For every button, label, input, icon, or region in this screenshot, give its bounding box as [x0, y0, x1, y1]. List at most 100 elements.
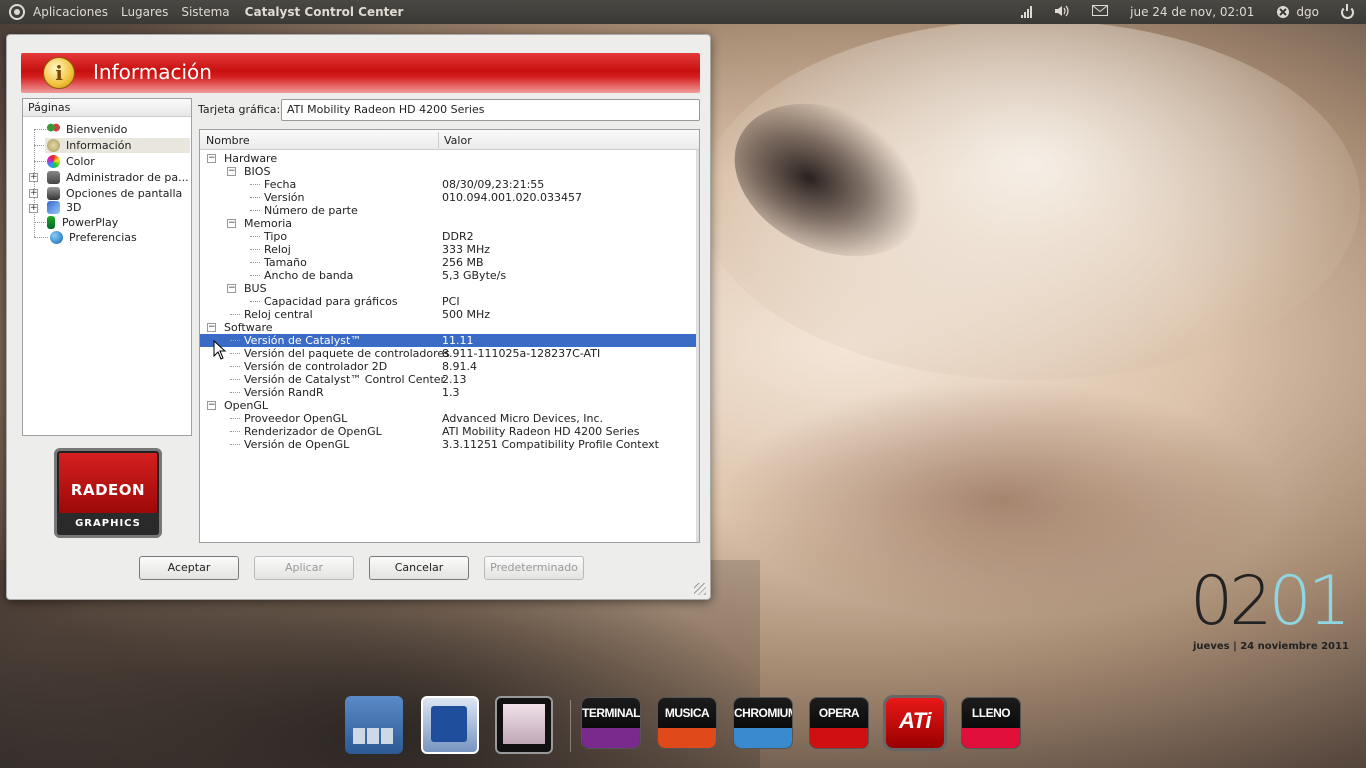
dock-workspace-switcher[interactable]	[345, 696, 403, 754]
row-value: 010.094.001.020.033457	[442, 191, 582, 204]
logo-line2: GRAPHICS	[57, 513, 159, 535]
resize-grip[interactable]	[694, 583, 706, 595]
power-icon[interactable]	[1341, 3, 1354, 19]
pages-header: Páginas	[23, 99, 191, 117]
panel-clock[interactable]: jue 24 de nov, 02:01	[1130, 5, 1254, 19]
dock-label: CHROMIUM	[734, 706, 792, 720]
menu-applications[interactable]: Aplicaciones	[33, 5, 108, 19]
page-label: 3D	[66, 201, 82, 214]
table-row[interactable]: Versión del paquete de controladores 8.91…	[200, 347, 699, 360]
row-value: DDR2	[442, 230, 474, 243]
table-row[interactable]: Tamaño 256 MB	[200, 256, 699, 269]
expand-3d[interactable]: +	[29, 204, 38, 213]
page-item-3d[interactable]: 3D	[47, 200, 81, 215]
table-row[interactable]: Versión 010.094.001.020.033457	[200, 191, 699, 204]
page-item-preferencias[interactable]: Preferencias	[50, 230, 137, 245]
dock-terminal[interactable]: TERMINAL	[582, 698, 640, 748]
collapse-toggle[interactable]: −	[207, 401, 216, 410]
defaults-button[interactable]: Predeterminado	[484, 556, 584, 580]
row-name: Proveedor OpenGL	[244, 412, 348, 425]
table-row[interactable]: − OpenGL	[200, 399, 699, 412]
network-signal-icon[interactable]	[1021, 6, 1033, 18]
active-app-name[interactable]: Catalyst Control Center	[245, 5, 404, 19]
apply-button[interactable]: Aplicar	[254, 556, 354, 580]
cancel-button[interactable]: Cancelar	[369, 556, 469, 580]
table-row[interactable]: Reloj central 500 MHz	[200, 308, 699, 321]
dock-ati[interactable]: ATi	[886, 698, 944, 748]
volume-icon[interactable]	[1054, 5, 1070, 20]
collapse-toggle[interactable]: −	[227, 284, 236, 293]
table-row[interactable]: Número de parte	[200, 204, 699, 217]
dock-chromium[interactable]: CHROMIUM	[734, 698, 792, 748]
page-item-powerplay[interactable]: PowerPlay	[47, 215, 118, 230]
radeon-graphics-logo: RADEON GRAPHICS	[54, 448, 162, 538]
expand-administrador[interactable]: +	[29, 173, 38, 182]
page-label: Color	[66, 155, 95, 168]
ubuntu-logo-icon[interactable]	[9, 4, 25, 20]
table-row[interactable]: Versión de Catalyst™ 11.11	[200, 334, 699, 347]
table-row[interactable]: Versión de OpenGL 3.3.11251 Compatibility…	[200, 438, 699, 451]
user-menu[interactable]: dgo	[1276, 5, 1319, 19]
table-row[interactable]: − BIOS	[200, 165, 699, 178]
table-row[interactable]: Ancho de banda 5,3 GByte/s	[200, 269, 699, 282]
page-title: Información	[93, 60, 212, 84]
user-name: dgo	[1296, 5, 1319, 19]
table-row[interactable]: Fecha 08/30/09,23:21:55	[200, 178, 699, 191]
row-value: 500 MHz	[442, 308, 491, 321]
chromium-icon	[734, 728, 792, 748]
page-item-bienvenido[interactable]: Bienvenido	[47, 122, 127, 137]
page-item-color[interactable]: Color	[47, 154, 95, 169]
graphics-card-field[interactable]: ATI Mobility Radeon HD 4200 Series	[281, 99, 700, 121]
mail-icon[interactable]	[1092, 5, 1109, 19]
row-value: PCI	[442, 295, 460, 308]
table-row[interactable]: − Hardware	[200, 152, 699, 165]
row-name: Tamaño	[264, 256, 307, 269]
table-row[interactable]: Versión de Catalyst™ Control Center 2.13	[200, 373, 699, 386]
row-name: Versión	[264, 191, 305, 204]
scrollbar[interactable]	[696, 150, 699, 542]
table-row[interactable]: Reloj 333 MHz	[200, 243, 699, 256]
accept-button[interactable]: Aceptar	[139, 556, 239, 580]
column-header-name[interactable]: Nombre	[206, 134, 250, 147]
table-row[interactable]: Proveedor OpenGL Advanced Micro Devices, …	[200, 412, 699, 425]
dock-label: OPERA	[818, 706, 860, 720]
dock-trash[interactable]: LLENO	[962, 698, 1020, 748]
row-value: 333 MHz	[442, 243, 491, 256]
row-value: ATI Mobility Radeon HD 4200 Series	[442, 425, 640, 438]
menu-system[interactable]: Sistema	[181, 5, 229, 19]
row-value: 3.3.11251 Compatibility Profile Context	[442, 438, 659, 451]
table-row[interactable]: Renderizador de OpenGL ATI Mobility Radeo…	[200, 425, 699, 438]
dock-musica[interactable]: MUSICA	[658, 698, 716, 748]
table-row[interactable]: − BUS	[200, 282, 699, 295]
row-value: 5,3 GByte/s	[442, 269, 507, 282]
row-value: 8.91.4	[442, 360, 477, 373]
menu-places[interactable]: Lugares	[121, 5, 168, 19]
details-tree-table: Nombre Valor − Hardware − BIOS Fecha 08/30/09…	[199, 129, 700, 543]
dock-opera[interactable]: OPERA	[810, 698, 868, 748]
table-row[interactable]: Tipo DDR2	[200, 230, 699, 243]
collapse-toggle[interactable]: −	[207, 154, 216, 163]
row-name: Fecha	[264, 178, 297, 191]
table-row[interactable]: Versión RandR 1.3	[200, 386, 699, 399]
column-header-value[interactable]: Valor	[444, 134, 472, 147]
collapse-toggle[interactable]: −	[207, 323, 216, 332]
table-row[interactable]: Capacidad para gráficos PCI	[200, 295, 699, 308]
collapse-toggle[interactable]: −	[227, 219, 236, 228]
trash-full-icon	[962, 728, 1020, 748]
table-row[interactable]: − Software	[200, 321, 699, 334]
row-value: 08/30/09,23:21:55	[442, 178, 545, 191]
table-row[interactable]: Versión de controlador 2D 8.91.4	[200, 360, 699, 373]
page-label: Opciones de pantalla	[66, 187, 183, 200]
clock-date: jueves | 24 noviembre 2011	[1193, 641, 1349, 652]
dock-text-editor[interactable]	[421, 696, 479, 754]
table-row[interactable]: − Memoria	[200, 217, 699, 230]
page-item-informacion[interactable]: Información	[45, 138, 190, 153]
dock: TERMINAL MUSICA CHROMIUM OPERA ATi LLENO	[0, 690, 1366, 768]
globe-icon	[50, 231, 63, 244]
page-item-opciones-pantalla[interactable]: Opciones de pantalla	[47, 186, 182, 201]
collapse-toggle[interactable]: −	[227, 167, 236, 176]
graphics-card-label: Tarjeta gráfica:	[198, 103, 281, 116]
expand-opciones-pantalla[interactable]: +	[29, 189, 38, 198]
page-item-administrador[interactable]: Administrador de pa...	[47, 170, 189, 185]
dock-window-preview[interactable]	[495, 696, 553, 754]
